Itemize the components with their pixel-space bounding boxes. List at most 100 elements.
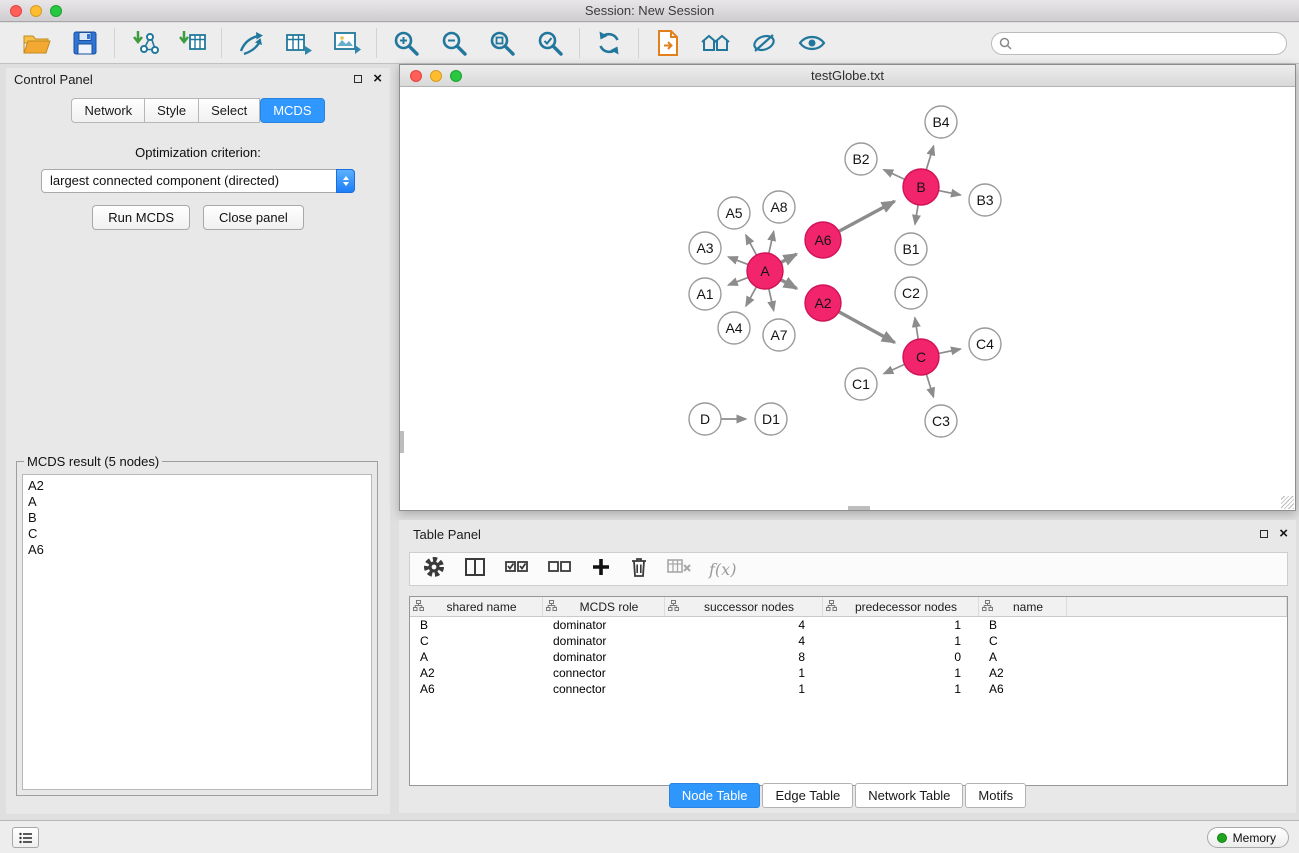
edge-A-A4[interactable] bbox=[746, 287, 757, 306]
node-C[interactable]: C bbox=[903, 339, 939, 375]
dropdown-stepper-icon[interactable] bbox=[336, 169, 355, 193]
edge-C-C3[interactable] bbox=[926, 374, 933, 397]
edge-A-A5[interactable] bbox=[746, 235, 757, 255]
close-window-icon[interactable] bbox=[10, 5, 22, 17]
edge-B-B1[interactable] bbox=[915, 205, 918, 225]
save-session-icon[interactable] bbox=[66, 26, 104, 60]
eye-icon[interactable] bbox=[793, 26, 831, 60]
network-canvas[interactable]: B4B2BB3A5A8A6B1A3AA1C2A2A4A7C4CC1C3DD1 bbox=[400, 88, 1295, 509]
close-panel-button[interactable]: Close panel bbox=[203, 205, 304, 230]
node-C3[interactable]: C3 bbox=[925, 405, 957, 437]
export-image-icon[interactable] bbox=[328, 26, 366, 60]
deselect-all-icon[interactable] bbox=[547, 556, 573, 583]
vertical-scroll-thumb[interactable] bbox=[400, 431, 404, 453]
edge-B-B4[interactable] bbox=[926, 146, 933, 170]
delete-column-icon[interactable] bbox=[629, 555, 649, 584]
node-B4[interactable]: B4 bbox=[925, 106, 957, 138]
zoom-out-icon[interactable] bbox=[435, 26, 473, 60]
search-input[interactable] bbox=[991, 32, 1287, 55]
horizontal-scroll-thumb[interactable] bbox=[848, 506, 870, 510]
float-table-panel-icon[interactable] bbox=[1260, 530, 1268, 538]
zoom-selected-icon[interactable] bbox=[531, 26, 569, 60]
resize-grip[interactable] bbox=[1281, 496, 1294, 509]
task-history-button[interactable] bbox=[12, 827, 39, 848]
tab-motifs[interactable]: Motifs bbox=[965, 783, 1026, 808]
edge-C-C2[interactable] bbox=[915, 318, 918, 340]
select-all-icon[interactable] bbox=[504, 556, 530, 583]
column-header-name[interactable]: name bbox=[979, 597, 1067, 616]
result-item[interactable]: C bbox=[28, 526, 366, 542]
node-B1[interactable]: B1 bbox=[895, 233, 927, 265]
open-session-icon[interactable] bbox=[18, 26, 56, 60]
result-item[interactable]: A bbox=[28, 494, 366, 510]
table-row[interactable]: A6connector11A6 bbox=[410, 681, 1287, 697]
column-header-mcds-role[interactable]: MCDS role bbox=[543, 597, 665, 616]
table-row[interactable]: A2connector11A2 bbox=[410, 665, 1287, 681]
column-header-predecessor-nodes[interactable]: predecessor nodes bbox=[823, 597, 979, 616]
new-table-icon[interactable] bbox=[280, 26, 318, 60]
close-table-panel-icon[interactable]: × bbox=[1279, 529, 1288, 539]
zoom-in-icon[interactable] bbox=[387, 26, 425, 60]
edge-B-B3[interactable] bbox=[939, 191, 961, 195]
close-panel-icon[interactable]: × bbox=[373, 74, 382, 84]
float-panel-icon[interactable] bbox=[354, 75, 362, 83]
node-A1[interactable]: A1 bbox=[689, 278, 721, 310]
node-A6[interactable]: A6 bbox=[805, 222, 841, 258]
table-row[interactable]: Cdominator41C bbox=[410, 633, 1287, 649]
node-B3[interactable]: B3 bbox=[969, 184, 1001, 216]
tab-mcds[interactable]: MCDS bbox=[260, 98, 324, 123]
network-minimize-icon[interactable] bbox=[430, 70, 442, 82]
show-columns-icon[interactable] bbox=[463, 556, 487, 583]
import-network-icon[interactable] bbox=[125, 26, 163, 60]
edge-C-C4[interactable] bbox=[939, 349, 961, 353]
node-A3[interactable]: A3 bbox=[689, 232, 721, 264]
node-D[interactable]: D bbox=[689, 403, 721, 435]
network-maximize-icon[interactable] bbox=[450, 70, 462, 82]
table-row[interactable]: Bdominator41B bbox=[410, 617, 1287, 633]
edge-A6-B[interactable] bbox=[839, 201, 895, 231]
edge-A-A7[interactable] bbox=[769, 289, 774, 311]
node-A4[interactable]: A4 bbox=[718, 312, 750, 344]
refresh-icon[interactable] bbox=[590, 26, 628, 60]
toggle-details-icon[interactable] bbox=[745, 26, 783, 60]
edge-A2-C[interactable] bbox=[839, 312, 895, 343]
tab-select[interactable]: Select bbox=[199, 98, 260, 123]
edge-A-A1[interactable] bbox=[728, 277, 748, 285]
edge-A-A6[interactable] bbox=[781, 254, 797, 262]
tab-edge-table[interactable]: Edge Table bbox=[762, 783, 853, 808]
edge-A-A8[interactable] bbox=[769, 231, 774, 253]
column-header-successor-nodes[interactable]: successor nodes bbox=[665, 597, 823, 616]
network-close-icon[interactable] bbox=[410, 70, 422, 82]
tab-node-table[interactable]: Node Table bbox=[669, 783, 761, 808]
export-document-icon[interactable] bbox=[649, 26, 687, 60]
column-header-shared-name[interactable]: shared name bbox=[410, 597, 543, 616]
criterion-dropdown[interactable]: largest connected component (directed) bbox=[41, 169, 355, 193]
table-row[interactable]: Adominator80A bbox=[410, 649, 1287, 665]
tab-network[interactable]: Network bbox=[71, 98, 145, 123]
node-A7[interactable]: A7 bbox=[763, 319, 795, 351]
node-A8[interactable]: A8 bbox=[763, 191, 795, 223]
node-A2[interactable]: A2 bbox=[805, 285, 841, 321]
memory-button[interactable]: Memory bbox=[1207, 827, 1289, 848]
tab-style[interactable]: Style bbox=[145, 98, 199, 123]
edge-C-C1[interactable] bbox=[884, 364, 905, 373]
add-column-icon[interactable] bbox=[590, 556, 612, 583]
node-C2[interactable]: C2 bbox=[895, 277, 927, 309]
zoom-fit-icon[interactable] bbox=[483, 26, 521, 60]
node-A5[interactable]: A5 bbox=[718, 197, 750, 229]
node-D1[interactable]: D1 bbox=[755, 403, 787, 435]
gear-icon[interactable] bbox=[422, 555, 446, 584]
tab-network-table[interactable]: Network Table bbox=[855, 783, 963, 808]
result-item[interactable]: A6 bbox=[28, 542, 366, 558]
home-icon[interactable] bbox=[697, 26, 735, 60]
result-item[interactable]: B bbox=[28, 510, 366, 526]
node-C4[interactable]: C4 bbox=[969, 328, 1001, 360]
node-A[interactable]: A bbox=[747, 253, 783, 289]
edge-A-A3[interactable] bbox=[728, 257, 748, 265]
minimize-window-icon[interactable] bbox=[30, 5, 42, 17]
maximize-window-icon[interactable] bbox=[50, 5, 62, 17]
node-B[interactable]: B bbox=[903, 169, 939, 205]
edge-A-A2[interactable] bbox=[781, 280, 797, 289]
import-table-icon[interactable] bbox=[173, 26, 211, 60]
edge-B-B2[interactable] bbox=[884, 170, 905, 180]
